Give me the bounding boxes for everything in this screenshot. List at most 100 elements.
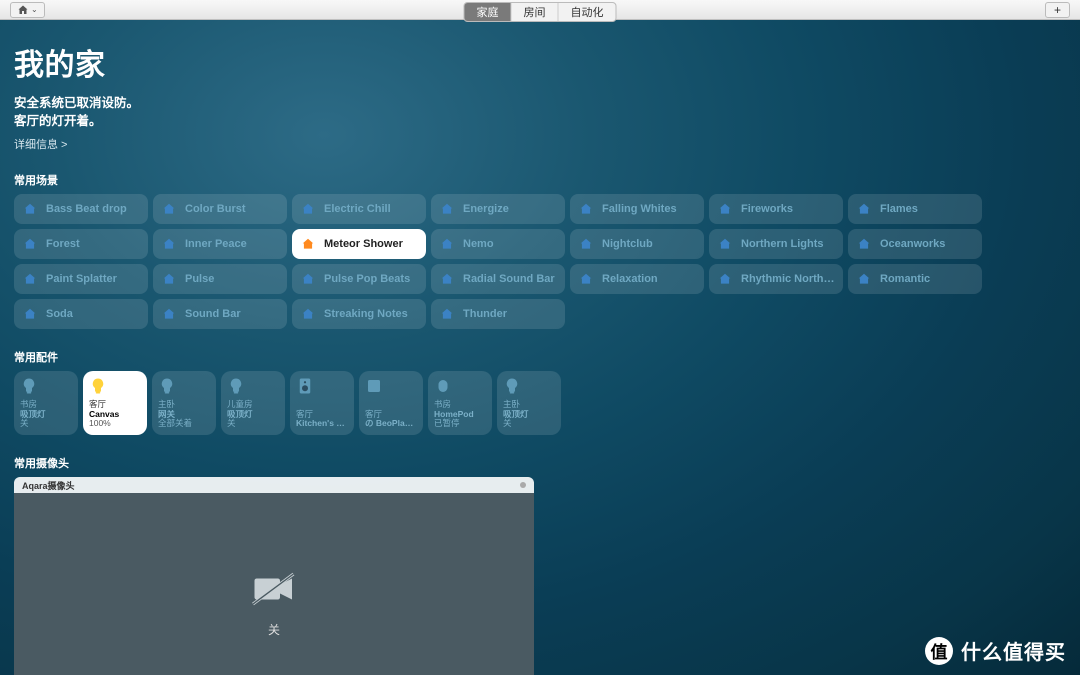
- scene-tile[interactable]: Electric Chill: [292, 194, 426, 224]
- scene-label: Fireworks: [741, 203, 793, 215]
- scene-label: Meteor Shower: [324, 238, 403, 250]
- scene-label: Energize: [463, 203, 509, 215]
- accessory-room: 书房: [434, 400, 486, 410]
- scene-tile[interactable]: Relaxation: [570, 264, 704, 294]
- house-icon: [578, 202, 594, 216]
- camera-card[interactable]: Aqara摄像头 关: [14, 477, 534, 675]
- scene-tile[interactable]: Northern Lights: [709, 229, 843, 259]
- scene-tile[interactable]: Pulse Pop Beats: [292, 264, 426, 294]
- section-scenes-label: 常用场景: [14, 172, 1066, 188]
- scene-tile[interactable]: Soda: [14, 299, 148, 329]
- scene-tile[interactable]: Nightclub: [570, 229, 704, 259]
- scene-label: Pulse Pop Beats: [324, 273, 410, 285]
- watermark-badge: 值: [925, 637, 953, 665]
- status-line-1: 安全系统已取消设防。: [14, 94, 1066, 112]
- accessory-tile[interactable]: 客厅の BeoPlay A9: [359, 371, 423, 435]
- scene-tile[interactable]: Nemo: [431, 229, 565, 259]
- scene-label: Rhythmic Northern Lights: [741, 273, 835, 285]
- scene-tile[interactable]: Sound Bar: [153, 299, 287, 329]
- house-icon: [161, 307, 177, 321]
- house-icon: [300, 307, 316, 321]
- accessory-room: 儿童房: [227, 400, 279, 410]
- home-title: 我的家: [14, 40, 1066, 84]
- house-icon: [439, 202, 455, 216]
- scene-label: Radial Sound Bar: [463, 273, 555, 285]
- watermark-text: 什么值得买: [961, 636, 1066, 665]
- scene-tile[interactable]: Paint Splatter: [14, 264, 148, 294]
- camera-status-dot: [520, 482, 526, 488]
- bulb-icon: [158, 377, 176, 395]
- scene-label: Paint Splatter: [46, 273, 117, 285]
- scene-tile[interactable]: Inner Peace: [153, 229, 287, 259]
- details-link[interactable]: 详细信息 >: [14, 136, 1066, 152]
- accessory-name: の BeoPlay A9: [365, 419, 417, 429]
- accessory-tile[interactable]: 主卧网关全部关着: [152, 371, 216, 435]
- accessory-room: 客厅: [365, 410, 417, 420]
- scene-label: Forest: [46, 238, 80, 250]
- scene-label: Northern Lights: [741, 238, 824, 250]
- house-icon: [717, 202, 733, 216]
- camera-off-icon: [250, 571, 298, 607]
- scene-tile[interactable]: Fireworks: [709, 194, 843, 224]
- scene-tile[interactable]: Thunder: [431, 299, 565, 329]
- scene-label: Inner Peace: [185, 238, 247, 250]
- bulb-icon: [89, 377, 107, 395]
- house-icon: [578, 237, 594, 251]
- bulb-icon: [20, 377, 38, 395]
- accessory-room: 书房: [20, 400, 72, 410]
- house-icon: [717, 272, 733, 286]
- house-icon: [717, 237, 733, 251]
- accessory-tile[interactable]: 书房HomePod已暂停: [428, 371, 492, 435]
- house-icon: [439, 237, 455, 251]
- scene-tile[interactable]: Rhythmic Northern Lights: [709, 264, 843, 294]
- tab-家庭[interactable]: 家庭: [465, 3, 512, 21]
- scene-label: Pulse: [185, 273, 214, 285]
- accessory-room: 主卧: [503, 400, 555, 410]
- scene-tile[interactable]: Bass Beat drop: [14, 194, 148, 224]
- tab-自动化[interactable]: 自动化: [559, 3, 616, 21]
- scene-tile[interactable]: Oceanworks: [848, 229, 982, 259]
- scene-label: Streaking Notes: [324, 308, 408, 320]
- house-icon: [439, 272, 455, 286]
- scene-label: Sound Bar: [185, 308, 241, 320]
- scene-label: Nemo: [463, 238, 494, 250]
- accessory-tile[interactable]: 儿童房吸顶灯关: [221, 371, 285, 435]
- accessory-name: Kitchen's B...: [296, 419, 348, 429]
- house-icon: [856, 202, 872, 216]
- scene-tile[interactable]: Meteor Shower: [292, 229, 426, 259]
- accessory-state: 100%: [89, 419, 141, 429]
- homepod-icon: [434, 377, 452, 395]
- accessory-room: 主卧: [158, 400, 210, 410]
- scene-tile[interactable]: Flames: [848, 194, 982, 224]
- scene-label: Oceanworks: [880, 238, 945, 250]
- scene-tile[interactable]: Romantic: [848, 264, 982, 294]
- accessory-tile[interactable]: 书房吸顶灯关: [14, 371, 78, 435]
- bulb-icon: [503, 377, 521, 395]
- accessories-grid: 书房吸顶灯关客厅Canvas100%主卧网关全部关着儿童房吸顶灯关客厅Kitch…: [14, 371, 1066, 435]
- house-icon: [22, 307, 38, 321]
- house-icon: [439, 307, 455, 321]
- house-icon: [22, 272, 38, 286]
- scene-tile[interactable]: Streaking Notes: [292, 299, 426, 329]
- scene-tile[interactable]: Pulse: [153, 264, 287, 294]
- toolbar: ⌄ 家庭房间自动化 +: [0, 0, 1080, 20]
- accessory-state: 全部关着: [158, 419, 210, 429]
- scene-tile[interactable]: Falling Whites: [570, 194, 704, 224]
- accessory-tile[interactable]: 主卧吸顶灯关: [497, 371, 561, 435]
- accessory-tile[interactable]: 客厅Canvas100%: [83, 371, 147, 435]
- accessory-tile[interactable]: 客厅Kitchen's B...: [290, 371, 354, 435]
- house-icon: [161, 272, 177, 286]
- tab-房间[interactable]: 房间: [512, 3, 559, 21]
- section-accessories-label: 常用配件: [14, 349, 1066, 365]
- scene-tile[interactable]: Radial Sound Bar: [431, 264, 565, 294]
- scene-tile[interactable]: Energize: [431, 194, 565, 224]
- home-menu-button[interactable]: ⌄: [10, 2, 45, 18]
- accessory-state: 关: [503, 419, 555, 429]
- view-segmented-control: 家庭房间自动化: [464, 2, 617, 22]
- chevron-down-icon: ⌄: [31, 5, 38, 14]
- scene-tile[interactable]: Color Burst: [153, 194, 287, 224]
- scene-label: Color Burst: [185, 203, 246, 215]
- add-button[interactable]: +: [1045, 2, 1070, 18]
- scene-tile[interactable]: Forest: [14, 229, 148, 259]
- house-icon: [17, 4, 29, 16]
